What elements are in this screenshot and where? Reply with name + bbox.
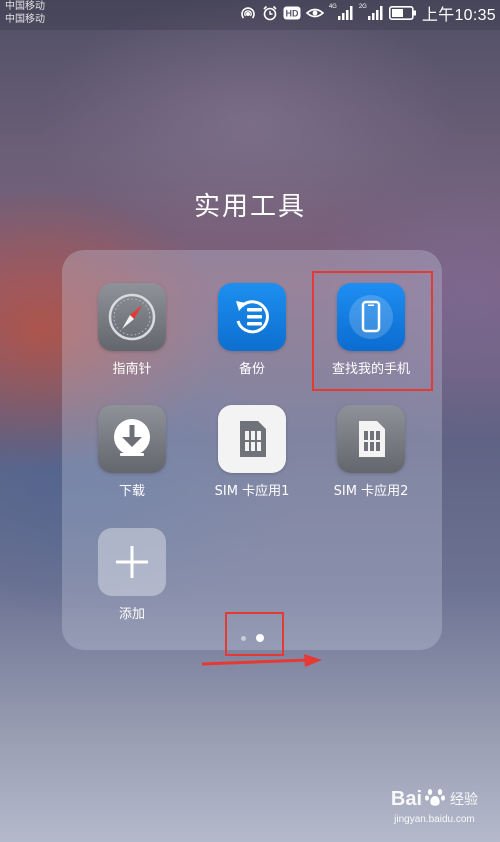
alarm-icon <box>262 5 278 21</box>
network-type-2: 2G <box>358 4 367 10</box>
carrier-label-1: 中国移动 <box>5 1 45 12</box>
carrier-label-2: 中国移动 <box>5 14 45 25</box>
folder-title[interactable]: 实用工具 <box>0 186 500 223</box>
hd-badge-text: HD <box>285 9 298 19</box>
watermark-logo-text: Bai <box>390 787 422 810</box>
carrier-info: 中国移动 中国移动 <box>5 0 45 26</box>
app-label: 指南针 <box>112 362 152 377</box>
status-icons: HD 4G 2G 上午10:35 <box>239 3 496 24</box>
app-sim-2[interactable]: SIM 卡应用2 <box>309 405 433 499</box>
baidu-watermark: Bai 经验 jingyan.baidu.com <box>390 786 478 826</box>
annotation-highlight-box <box>312 271 433 391</box>
clock: 上午10:35 <box>421 7 496 24</box>
app-download[interactable]: 下载 <box>70 405 194 499</box>
status-bar: 中国移动 中国移动 HD 4G 2G 上午10:35 <box>0 0 500 30</box>
eye-comfort-icon <box>305 6 324 20</box>
signal-icon-1 <box>337 6 354 20</box>
app-label: 添加 <box>118 607 145 622</box>
battery-icon <box>388 6 417 20</box>
sim-card-icon <box>337 405 405 473</box>
app-compass[interactable]: 指南针 <box>70 283 194 377</box>
hotspot-icon <box>239 5 257 21</box>
app-backup[interactable]: 备份 <box>190 283 314 377</box>
app-label: 下载 <box>118 484 145 499</box>
compass-icon <box>98 283 166 351</box>
app-label: SIM 卡应用2 <box>333 484 409 499</box>
paw-icon <box>424 786 446 812</box>
signal-icon-2 <box>367 6 384 20</box>
sim-card-icon <box>218 405 286 473</box>
download-icon <box>98 405 166 473</box>
app-label: SIM 卡应用1 <box>214 484 290 499</box>
hd-call-icon: HD <box>283 6 301 20</box>
app-add[interactable]: 添加 <box>70 528 194 622</box>
backup-icon <box>218 283 286 351</box>
swipe-right-arrow-icon <box>201 654 322 667</box>
annotation-page-dots-box <box>225 612 284 656</box>
plus-icon <box>98 528 166 596</box>
network-type-1: 4G <box>328 4 337 10</box>
watermark-logo-cn: 经验 <box>450 792 478 808</box>
watermark-url: jingyan.baidu.com <box>394 814 475 825</box>
app-label: 备份 <box>238 362 265 377</box>
app-sim-1[interactable]: SIM 卡应用1 <box>190 405 314 499</box>
